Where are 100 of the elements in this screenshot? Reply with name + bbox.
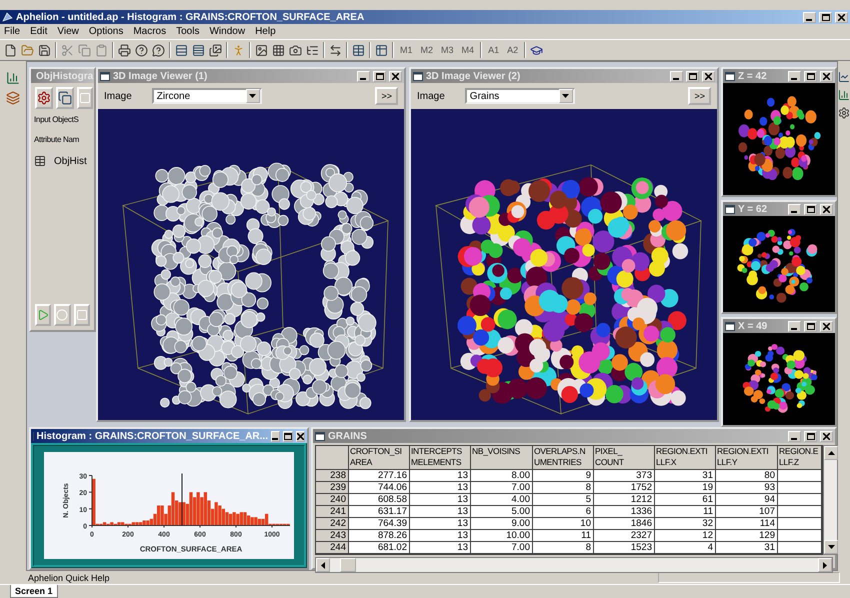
- table-cell: 10: [533, 518, 594, 530]
- maximize-icon: [806, 72, 814, 80]
- column-header[interactable]: OVERLAPS.N UMENTRIES: [533, 446, 594, 470]
- close-button[interactable]: [296, 430, 305, 442]
- row-header[interactable]: 242: [316, 518, 349, 530]
- table-cell: 7.00: [471, 482, 533, 494]
- column-header[interactable]: REGION.EXTI LLF.Y: [716, 446, 778, 470]
- macro-button[interactable]: M2: [418, 45, 436, 55]
- minimize-button[interactable]: [357, 70, 370, 82]
- horizontal-scrollbar[interactable]: [315, 557, 833, 573]
- minimize-button[interactable]: [271, 430, 280, 442]
- menu-item[interactable]: Options: [88, 26, 124, 37]
- row-header[interactable]: 240: [316, 494, 349, 506]
- table-cell: 4.00: [471, 494, 533, 506]
- menu-item[interactable]: File: [4, 26, 20, 37]
- column-header[interactable]: REGION.E LLF.Z: [778, 446, 822, 470]
- gear-icon[interactable]: [838, 107, 850, 119]
- column-header[interactable]: INTERCEPTS MELEMENTS: [410, 446, 471, 470]
- window-title: 3D Image Viewer (1): [113, 70, 208, 82]
- column-header[interactable]: REGION.EXTI LLF.X: [655, 446, 716, 470]
- help-icon[interactable]: [152, 44, 165, 56]
- menu-item[interactable]: Macros: [133, 26, 166, 37]
- scroll-thumb[interactable]: [340, 558, 356, 572]
- image-icon[interactable]: [255, 44, 268, 56]
- table-icon[interactable]: [375, 44, 388, 56]
- close-icon: [297, 432, 304, 440]
- camera-icon[interactable]: [289, 44, 302, 56]
- maximize-button[interactable]: [686, 70, 699, 82]
- minimize-button[interactable]: [788, 204, 801, 214]
- expand-button[interactable]: >>: [688, 87, 711, 105]
- menu-item[interactable]: Tools: [176, 26, 200, 37]
- graduation-cap-icon[interactable]: [530, 44, 544, 56]
- chart-icon[interactable]: [838, 89, 850, 101]
- image-dropdown[interactable]: Grains: [464, 88, 575, 104]
- macro-button[interactable]: A1: [486, 45, 502, 55]
- close-button[interactable]: [702, 70, 715, 82]
- file-icon[interactable]: [4, 44, 17, 56]
- row-header[interactable]: 238: [316, 470, 349, 482]
- minimize-button[interactable]: [788, 430, 801, 442]
- help-icon[interactable]: [135, 44, 148, 56]
- folder-icon[interactable]: [21, 44, 34, 56]
- chart-icon[interactable]: [6, 71, 20, 85]
- square-icon: [76, 309, 88, 321]
- list-icon: [34, 155, 46, 167]
- maximize-button[interactable]: [819, 12, 832, 22]
- table-icon[interactable]: [352, 44, 365, 56]
- column-header[interactable]: CROFTON_SI AREA: [349, 446, 410, 470]
- close-button[interactable]: [820, 204, 833, 214]
- column-header[interactable]: PIXEL_ COUNT: [594, 446, 655, 470]
- vertical-scrollbar[interactable]: [823, 445, 838, 555]
- close-button[interactable]: [820, 430, 833, 442]
- row-header[interactable]: 244: [316, 542, 349, 554]
- maximize-button[interactable]: [804, 70, 817, 82]
- clipboard-icon[interactable]: [95, 44, 108, 56]
- maximize-button[interactable]: [804, 430, 817, 442]
- close-button[interactable]: [820, 70, 833, 82]
- macro-button[interactable]: M3: [439, 45, 456, 55]
- line-chart-icon[interactable]: [838, 71, 850, 83]
- row-header[interactable]: 241: [316, 506, 349, 518]
- down-arrow-icon: [828, 545, 834, 549]
- screen-tab[interactable]: Screen 1: [10, 585, 58, 598]
- quick-help-label: Aphelion Quick Help: [28, 572, 110, 582]
- minimize-button[interactable]: [670, 70, 683, 82]
- grid-icon[interactable]: [272, 44, 285, 56]
- minimize-button[interactable]: [803, 12, 816, 22]
- maximize-button[interactable]: [373, 70, 386, 82]
- object-item[interactable]: ObjHist: [54, 156, 87, 166]
- close-button[interactable]: [835, 12, 848, 22]
- maximize-button[interactable]: [804, 320, 817, 332]
- table-cell: 13: [410, 530, 471, 542]
- arrows-icon[interactable]: [329, 44, 342, 56]
- play-icon: [37, 309, 50, 321]
- maximize-button[interactable]: [804, 204, 817, 214]
- tree-icon[interactable]: [306, 44, 319, 56]
- table-cell: 5: [533, 494, 594, 506]
- images-icon[interactable]: [209, 44, 222, 56]
- rows-icon[interactable]: [192, 44, 205, 56]
- run-button[interactable]: [35, 304, 52, 326]
- menu-item[interactable]: Help: [255, 26, 276, 37]
- macro-button[interactable]: M4: [460, 45, 476, 55]
- window-button[interactable]: [56, 87, 74, 109]
- image-dropdown[interactable]: Zircone: [152, 88, 262, 104]
- menu-item[interactable]: Window: [209, 26, 246, 37]
- layers-icon[interactable]: [6, 91, 20, 105]
- macro-button[interactable]: A2: [505, 45, 520, 55]
- column-header[interactable]: NB_VOISINS: [471, 446, 533, 470]
- menu-item[interactable]: View: [57, 26, 79, 37]
- row-header[interactable]: 243: [316, 530, 349, 542]
- close-button[interactable]: [820, 320, 833, 332]
- expand-button[interactable]: >>: [375, 87, 398, 105]
- minimize-button[interactable]: [788, 320, 801, 332]
- rows-icon[interactable]: [175, 44, 188, 56]
- macro-button[interactable]: M1: [398, 45, 415, 55]
- maximize-button[interactable]: [283, 430, 293, 442]
- printer-icon[interactable]: [118, 44, 131, 56]
- row-header[interactable]: 239: [316, 482, 349, 494]
- close-button[interactable]: [389, 70, 402, 82]
- minimize-button[interactable]: [788, 70, 801, 82]
- menu-item[interactable]: Edit: [30, 26, 48, 37]
- window-title: Z = 42: [738, 70, 768, 82]
